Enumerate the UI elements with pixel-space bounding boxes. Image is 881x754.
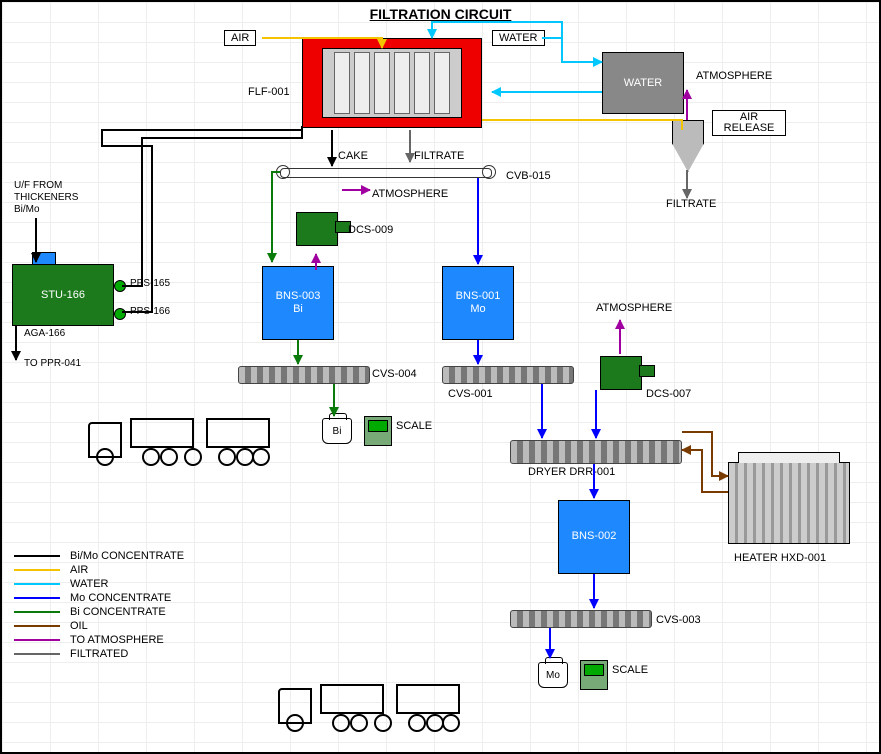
uf-from-thickeners-label: U/F FROM THICKENERS Bi/Mo	[14, 180, 78, 216]
cvs003-label: CVS-003	[656, 614, 701, 626]
pps166-pump-icon	[114, 308, 126, 320]
filter-press	[302, 38, 482, 128]
legend-atm: TO ATMOSPHERE	[70, 634, 164, 646]
bns003-mat: Bi	[293, 303, 303, 315]
press-id-label: FLF-001	[248, 86, 290, 98]
cvs001-screw	[442, 366, 574, 384]
input-air-label: AIR	[224, 30, 256, 46]
bi-sack: Bi	[322, 418, 352, 444]
legend-filt: FILTRATED	[70, 648, 128, 660]
diagram-canvas: FILTRATION CIRCUIT AIR WATER FLF-001 CAK…	[0, 0, 881, 754]
dcs007-fan	[600, 356, 642, 390]
belt-pulley-right	[482, 165, 496, 179]
aga166-label: AGA-166	[24, 328, 65, 339]
input-water-label: WATER	[492, 30, 545, 46]
legend-air: AIR	[70, 564, 88, 576]
cyclone-separator	[672, 120, 704, 172]
legend-bimo: Bi/Mo CONCENTRATE	[70, 550, 184, 562]
legend-swatch-bimo	[14, 555, 60, 557]
ufl2: THICKENERS	[14, 192, 78, 203]
filtrate-cyclone-label: FILTRATE	[666, 198, 716, 210]
truck-bi	[88, 416, 278, 466]
bns003-id: BNS-003	[276, 290, 321, 302]
pps165-pump-icon	[114, 280, 126, 292]
truck-mo	[278, 682, 468, 732]
stu166-label: STU-166	[41, 289, 85, 301]
page-title: FILTRATION CIRCUIT	[2, 6, 879, 22]
dcs009-label: DCS-009	[348, 224, 393, 236]
bns001-id: BNS-001	[456, 290, 501, 302]
cvs003-screw	[510, 610, 652, 628]
bns002-id: BNS-002	[572, 530, 617, 543]
bns001-mat: Mo	[470, 303, 485, 315]
legend-bi: Bi CONCENTRATE	[70, 606, 166, 618]
legend-swatch-mo	[14, 597, 60, 599]
belt-conveyor	[280, 168, 492, 178]
stu166-tank: STU-166	[12, 264, 114, 326]
pps165-label: PPS-165	[130, 278, 170, 289]
air-release-box: AIR RELEASE	[712, 110, 786, 136]
bi-scale-label: SCALE	[396, 420, 432, 432]
cvs004-label: CVS-004	[372, 368, 417, 380]
bi-scale	[364, 416, 392, 446]
dcs009-fan	[296, 212, 338, 246]
legend-water: WATER	[70, 578, 109, 590]
bns003-bin: BNS-003 Bi	[262, 266, 334, 340]
ufl1: U/F FROM	[14, 180, 62, 191]
filtrate-under-press-label: FILTRATE	[414, 150, 464, 162]
legend-mo: Mo CONCENTRATE	[70, 592, 171, 604]
legend-swatch-atm	[14, 639, 60, 641]
bns002-bin: BNS-002	[558, 500, 630, 574]
cvb015-label: CVB-015	[506, 170, 551, 182]
legend-swatch-oil	[14, 625, 60, 627]
belt-pulley-left	[276, 165, 290, 179]
legend-oil: OIL	[70, 620, 88, 632]
water-tank: WATER	[602, 52, 684, 114]
cake-label: CAKE	[338, 150, 368, 162]
air-release-l2: RELEASE	[724, 122, 775, 134]
dcs007-label: DCS-007	[646, 388, 691, 400]
legend-swatch-water	[14, 583, 60, 585]
mo-scale	[580, 660, 608, 690]
legend: Bi/Mo CONCENTRATE AIR WATER Mo CONCENTRA…	[14, 550, 184, 662]
atmosphere-dcs007-label: ATMOSPHERE	[596, 302, 672, 314]
pps166-label: PPS-166	[130, 306, 170, 317]
legend-swatch-air	[14, 569, 60, 571]
legend-swatch-bi	[14, 611, 60, 613]
heater-hxd001	[728, 462, 850, 544]
cvs004-screw	[238, 366, 370, 384]
dryer-drr001	[510, 440, 682, 464]
cvs001-label: CVS-001	[448, 388, 493, 400]
ufl3: Bi/Mo	[14, 204, 40, 215]
atmosphere-under-press-label: ATMOSPHERE	[372, 188, 448, 200]
atmosphere-cyclone-label: ATMOSPHERE	[696, 70, 772, 82]
heater-label: HEATER HXD-001	[734, 552, 826, 564]
mo-scale-label: SCALE	[612, 664, 648, 676]
bns001-bin: BNS-001 Mo	[442, 266, 514, 340]
legend-swatch-filt	[14, 653, 60, 655]
mo-sack: Mo	[538, 662, 568, 688]
dryer-label: DRYER DRR-001	[528, 466, 615, 478]
to-ppr041-label: TO PPR-041	[24, 358, 81, 369]
